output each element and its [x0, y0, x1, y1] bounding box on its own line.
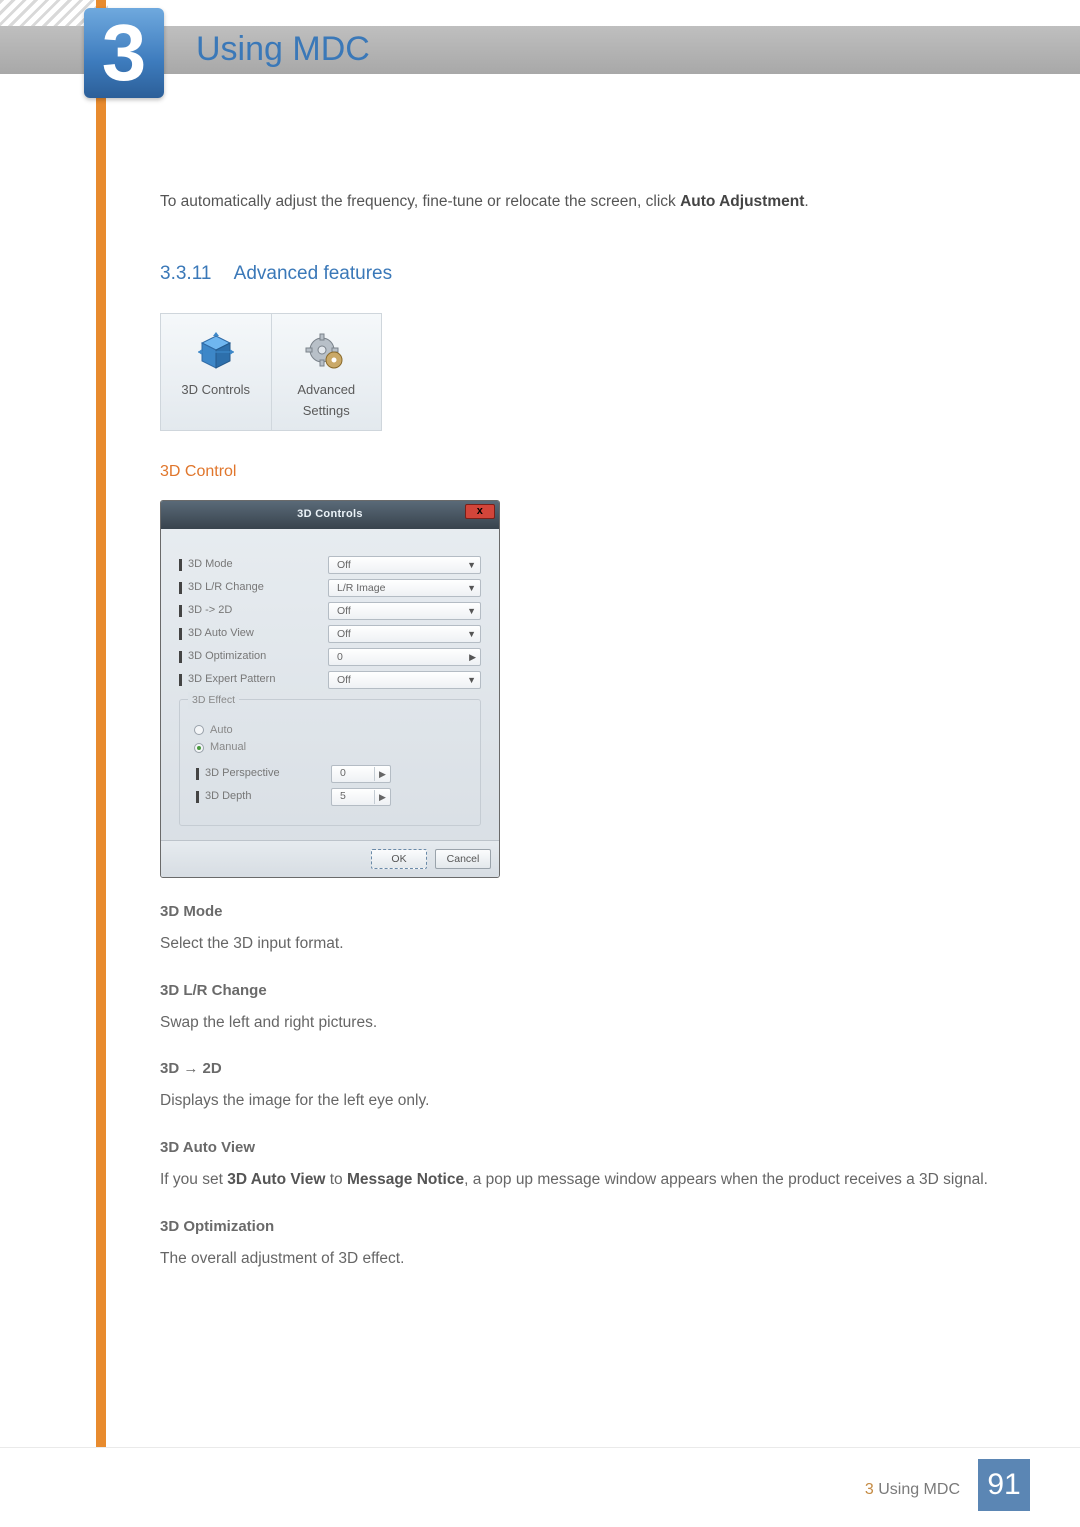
label-3d-expert-pattern: 3D Expert Pattern — [188, 671, 328, 689]
item-title-3d-mode: 3D Mode — [160, 900, 1020, 924]
tile-3d-controls[interactable]: 3D Controls — [161, 314, 271, 430]
tile-advanced-settings-label: Advanced Settings — [276, 380, 378, 422]
label-3d-mode: 3D Mode — [188, 556, 328, 574]
row-marker-icon — [196, 791, 199, 803]
cancel-button[interactable]: Cancel — [435, 849, 491, 869]
row-marker-icon — [196, 768, 199, 780]
left-accent-strip — [96, 0, 106, 1447]
chevron-down-icon: ▼ — [467, 558, 476, 572]
tile-3d-controls-label: 3D Controls — [165, 380, 267, 401]
section-heading: 3.3.11 Advanced features — [160, 259, 1020, 289]
item-title-3d-lr: 3D L/R Change — [160, 979, 1020, 1003]
footer-breadcrumb: 3 Using MDC — [865, 1481, 960, 1499]
row-marker-icon — [179, 605, 182, 617]
tile-advanced-settings[interactable]: Advanced Settings — [271, 314, 382, 430]
fieldset-legend: 3D Effect — [188, 692, 239, 709]
dialog-title: 3D Controls — [297, 508, 363, 520]
spinner-3d-optimization[interactable]: 0▶ — [328, 648, 481, 666]
intro-text-post: . — [804, 193, 808, 210]
dialog-title-bar: 3D Controls x — [161, 501, 499, 529]
fieldset-3d-effect: 3D Effect Auto Manual 3D Perspective 0▶ … — [179, 699, 481, 826]
row-marker-icon — [179, 651, 182, 663]
item-desc-3d-auto-view: If you set 3D Auto View to Message Notic… — [160, 1168, 1020, 1193]
spinner-3d-depth[interactable]: 5▶ — [331, 788, 391, 806]
radio-icon — [194, 743, 204, 753]
chevron-down-icon: ▼ — [467, 581, 476, 595]
intro-text-pre: To automatically adjust the frequency, f… — [160, 193, 680, 210]
item-desc-3d-optimization: The overall adjustment of 3D effect. — [160, 1247, 1020, 1272]
dialog-close-button[interactable]: x — [465, 504, 495, 519]
chevron-right-icon: ▶ — [469, 650, 476, 664]
row-marker-icon — [179, 559, 182, 571]
intro-paragraph: To automatically adjust the frequency, f… — [160, 190, 1020, 215]
label-3d-perspective: 3D Perspective — [205, 765, 331, 783]
chevron-down-icon: ▼ — [467, 604, 476, 618]
row-marker-icon — [179, 628, 182, 640]
label-3d-optimization: 3D Optimization — [188, 648, 328, 666]
item-title-3d-auto-view: 3D Auto View — [160, 1136, 1020, 1160]
radio-icon — [194, 725, 204, 735]
chevron-down-icon: ▼ — [467, 673, 476, 687]
section-title: Advanced features — [234, 263, 392, 284]
page-footer: 3 Using MDC 91 — [0, 1447, 1080, 1527]
item-desc-3d-2d: Displays the image for the left eye only… — [160, 1089, 1020, 1114]
chevron-right-icon: ▶ — [374, 767, 390, 781]
ok-button[interactable]: OK — [371, 849, 427, 869]
radio-auto[interactable]: Auto — [194, 722, 470, 740]
chevron-down-icon: ▼ — [467, 627, 476, 641]
page-number: 91 — [978, 1459, 1030, 1511]
combo-3d-expert-pattern[interactable]: Off▼ — [328, 671, 481, 689]
combo-3d-auto-view[interactable]: Off▼ — [328, 625, 481, 643]
section-number: 3.3.11 — [160, 263, 211, 284]
row-marker-icon — [179, 674, 182, 686]
chevron-right-icon: ▶ — [374, 790, 390, 804]
combo-3d-to-2d[interactable]: Off▼ — [328, 602, 481, 620]
item-title-3d-2d: 3D → 2D — [160, 1057, 1020, 1081]
item-title-3d-optimization: 3D Optimization — [160, 1215, 1020, 1239]
label-3d-auto-view: 3D Auto View — [188, 625, 328, 643]
spinner-3d-perspective[interactable]: 0▶ — [331, 765, 391, 783]
cube-icon — [165, 324, 267, 380]
label-3d-to-2d: 3D -> 2D — [188, 602, 328, 620]
footer-chapter-num: 3 — [865, 1481, 874, 1498]
item-desc-3d-mode: Select the 3D input format. — [160, 932, 1020, 957]
label-3d-depth: 3D Depth — [205, 788, 331, 806]
dialog-3d-controls: 3D Controls x 3D Mode Off▼ 3D L/R Change… — [160, 500, 500, 877]
item-desc-3d-lr: Swap the left and right pictures. — [160, 1011, 1020, 1036]
subheading-3d-control: 3D Control — [160, 459, 1020, 485]
combo-3d-mode[interactable]: Off▼ — [328, 556, 481, 574]
gear-icon — [276, 324, 378, 380]
chapter-title: Using MDC — [196, 30, 370, 69]
combo-3d-lr-change[interactable]: L/R Image▼ — [328, 579, 481, 597]
chapter-number-badge: 3 — [84, 8, 164, 98]
feature-tiles: 3D Controls Advanced Settings — [160, 313, 382, 431]
radio-manual[interactable]: Manual — [194, 739, 470, 757]
row-marker-icon — [179, 582, 182, 594]
intro-bold: Auto Adjustment — [680, 193, 804, 210]
label-3d-lr-change: 3D L/R Change — [188, 579, 328, 597]
